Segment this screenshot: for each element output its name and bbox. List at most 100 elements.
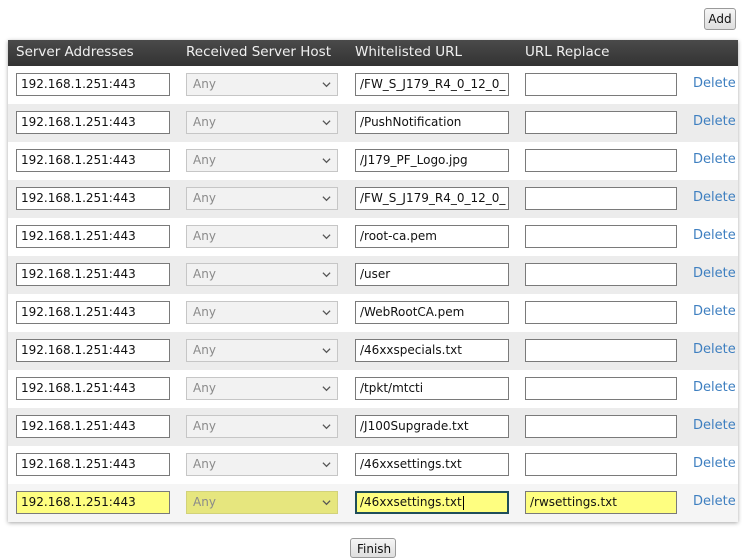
- received-server-host-select[interactable]: Any: [186, 225, 338, 248]
- received-server-host-value: Any: [193, 419, 216, 433]
- whitelisted-url-input[interactable]: /J179_PF_Logo.jpg: [355, 149, 509, 172]
- whitelisted-url-input[interactable]: /J100Supgrade.txt: [355, 415, 509, 438]
- whitelisted-url-value: /FW_S_J179_R4_0_12_0_: [360, 191, 506, 205]
- header-whitelisted-url: Whitelisted URL: [355, 44, 463, 60]
- whitelisted-url-input[interactable]: /WebRootCA.pem: [355, 301, 509, 324]
- table-row: 192.168.1.251:443 Any/46xxsettings.txt/rw…: [8, 484, 738, 522]
- received-server-host-select[interactable]: Any: [186, 301, 338, 324]
- url-replace-input[interactable]: [525, 187, 677, 210]
- whitelisted-url-input[interactable]: /FW_S_J179_R4_0_12_0_: [355, 73, 509, 96]
- whitelisted-url-input[interactable]: /FW_S_J179_R4_0_12_0_: [355, 187, 509, 210]
- received-server-host-value: Any: [193, 153, 216, 167]
- delete-link[interactable]: Delete: [693, 304, 736, 319]
- server-address-input[interactable]: 192.168.1.251:443: [16, 491, 170, 514]
- delete-link[interactable]: Delete: [693, 190, 736, 205]
- whitelisted-url-value: /46xxsettings.txt: [360, 495, 462, 509]
- table-row: 192.168.1.251:443 Any/J179_PF_Logo.jpg Del…: [8, 142, 738, 180]
- url-replace-input[interactable]: [525, 301, 677, 324]
- whitelisted-url-value: /FW_S_J179_R4_0_12_0_: [360, 77, 506, 91]
- delete-link[interactable]: Delete: [693, 342, 736, 357]
- chevron-down-icon: [322, 158, 331, 164]
- chevron-down-icon: [322, 234, 331, 240]
- delete-link[interactable]: Delete: [693, 114, 736, 129]
- url-replace-input[interactable]: [525, 453, 677, 476]
- url-replace-input[interactable]: [525, 377, 677, 400]
- whitelisted-url-value: /PushNotification: [360, 115, 462, 129]
- whitelisted-url-input[interactable]: /46xxsettings.txt: [355, 491, 509, 514]
- add-button[interactable]: Add: [704, 8, 736, 30]
- received-server-host-select[interactable]: Any: [186, 111, 338, 134]
- url-replace-input[interactable]: /rwsettings.txt: [525, 491, 677, 514]
- received-server-host-select[interactable]: Any: [186, 377, 338, 400]
- received-server-host-value: Any: [193, 381, 216, 395]
- table-body: 192.168.1.251:443 Any/FW_S_J179_R4_0_12_0…: [8, 66, 738, 522]
- received-server-host-value: Any: [193, 267, 216, 281]
- delete-link[interactable]: Delete: [693, 380, 736, 395]
- received-server-host-select[interactable]: Any: [186, 491, 338, 514]
- server-address-input[interactable]: 192.168.1.251:443: [16, 149, 170, 172]
- delete-link[interactable]: Delete: [693, 228, 736, 243]
- url-replace-input[interactable]: [525, 225, 677, 248]
- received-server-host-select[interactable]: Any: [186, 149, 338, 172]
- delete-link[interactable]: Delete: [693, 418, 736, 433]
- whitelisted-url-value: /J100Supgrade.txt: [360, 419, 469, 433]
- received-server-host-select[interactable]: Any: [186, 187, 338, 210]
- delete-link[interactable]: Delete: [693, 456, 736, 471]
- server-address-input[interactable]: 192.168.1.251:443: [16, 187, 170, 210]
- delete-link[interactable]: Delete: [693, 76, 736, 91]
- chevron-down-icon: [322, 424, 331, 430]
- server-address-input[interactable]: 192.168.1.251:443: [16, 111, 170, 134]
- received-server-host-select[interactable]: Any: [186, 415, 338, 438]
- url-replace-input[interactable]: [525, 73, 677, 96]
- whitelisted-url-value: /user: [360, 267, 391, 281]
- finish-button[interactable]: Finish: [350, 538, 396, 558]
- server-address-input[interactable]: 192.168.1.251:443: [16, 453, 170, 476]
- table-row: 192.168.1.251:443 Any/J100Supgrade.txt Del…: [8, 408, 738, 446]
- received-server-host-select[interactable]: Any: [186, 453, 338, 476]
- delete-link[interactable]: Delete: [693, 266, 736, 281]
- table-row: 192.168.1.251:443 Any/46xxsettings.txt Del…: [8, 446, 738, 484]
- whitelisted-url-input[interactable]: /user: [355, 263, 509, 286]
- received-server-host-value: Any: [193, 191, 216, 205]
- table-row: 192.168.1.251:443 Any/46xxspecials.txt Del…: [8, 332, 738, 370]
- received-server-host-value: Any: [193, 343, 216, 357]
- table-row: 192.168.1.251:443 Any/FW_S_J179_R4_0_12_0…: [8, 180, 738, 218]
- whitelisted-url-input[interactable]: /root-ca.pem: [355, 225, 509, 248]
- received-server-host-select[interactable]: Any: [186, 263, 338, 286]
- server-address-input[interactable]: 192.168.1.251:443: [16, 415, 170, 438]
- header-url-replace: URL Replace: [525, 44, 610, 60]
- received-server-host-value: Any: [193, 229, 216, 243]
- server-address-input[interactable]: 192.168.1.251:443: [16, 263, 170, 286]
- received-server-host-select[interactable]: Any: [186, 73, 338, 96]
- whitelisted-url-input[interactable]: /46xxspecials.txt: [355, 339, 509, 362]
- received-server-host-value: Any: [193, 457, 216, 471]
- url-replace-input[interactable]: [525, 263, 677, 286]
- delete-link[interactable]: Delete: [693, 494, 736, 509]
- whitelisted-url-value: /tpkt/mtcti: [360, 381, 424, 395]
- url-replace-input[interactable]: [525, 111, 677, 134]
- server-address-input[interactable]: 192.168.1.251:443: [16, 225, 170, 248]
- whitelisted-url-value: /46xxsettings.txt: [360, 457, 462, 471]
- url-replace-input[interactable]: [525, 149, 677, 172]
- whitelisted-url-value: /root-ca.pem: [360, 229, 437, 243]
- url-replace-input[interactable]: [525, 339, 677, 362]
- whitelisted-url-input[interactable]: /PushNotification: [355, 111, 509, 134]
- whitelisted-url-input[interactable]: /46xxsettings.txt: [355, 453, 509, 476]
- received-server-host-value: Any: [193, 77, 216, 91]
- table-header: Server Addresses Received Server Host Wh…: [8, 40, 738, 66]
- server-address-input[interactable]: 192.168.1.251:443: [16, 301, 170, 324]
- server-address-input[interactable]: 192.168.1.251:443: [16, 377, 170, 400]
- chevron-down-icon: [322, 120, 331, 126]
- received-server-host-select[interactable]: Any: [186, 339, 338, 362]
- server-address-input[interactable]: 192.168.1.251:443: [16, 73, 170, 96]
- table-row: 192.168.1.251:443 Any/root-ca.pem Delete: [8, 218, 738, 256]
- server-address-input[interactable]: 192.168.1.251:443: [16, 339, 170, 362]
- whitelisted-url-value: /46xxspecials.txt: [360, 343, 462, 357]
- whitelisted-url-input[interactable]: /tpkt/mtcti: [355, 377, 509, 400]
- whitelisted-url-value: /WebRootCA.pem: [360, 305, 465, 319]
- chevron-down-icon: [322, 386, 331, 392]
- whitelist-table: Server Addresses Received Server Host Wh…: [8, 40, 738, 522]
- delete-link[interactable]: Delete: [693, 152, 736, 167]
- header-received-server-host: Received Server Host: [186, 44, 332, 60]
- url-replace-input[interactable]: [525, 415, 677, 438]
